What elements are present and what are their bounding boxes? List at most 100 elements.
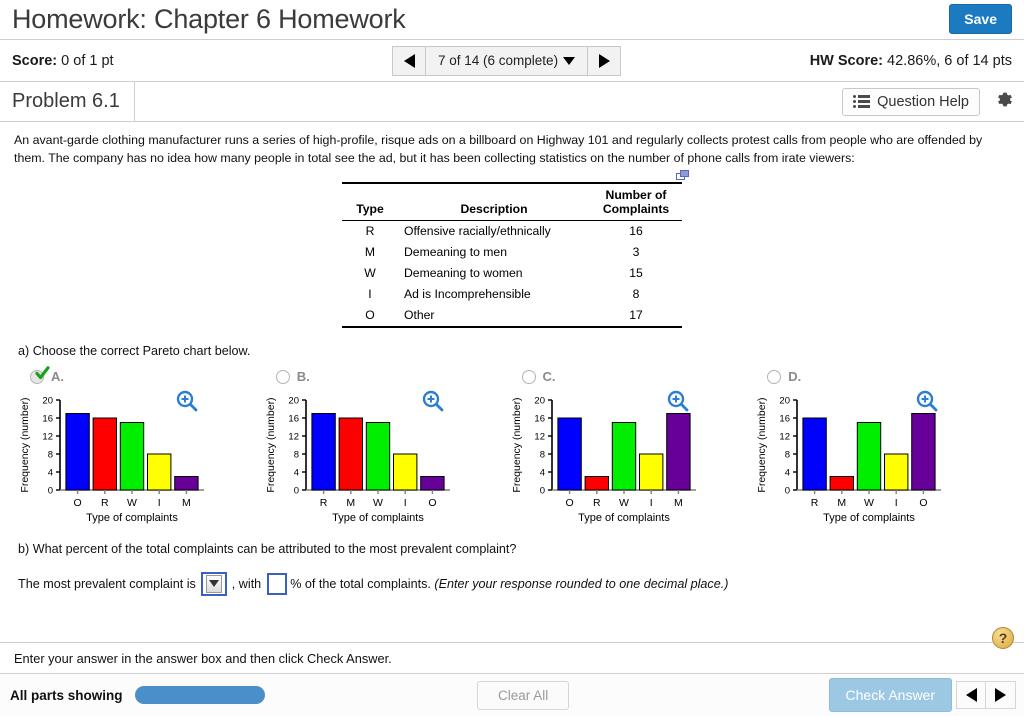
hw-score-label: HW Score: — [809, 52, 884, 69]
complaint-type-select[interactable] — [200, 571, 227, 596]
svg-text:12: 12 — [534, 432, 545, 443]
save-button[interactable]: Save — [949, 4, 1012, 34]
cell-type: R — [365, 224, 375, 239]
hw-score-display: HW Score: 42.86%, 6 of 14 pts — [810, 53, 1012, 69]
svg-text:R: R — [101, 497, 109, 509]
question-content: An avant-garde clothing manufacturer run… — [0, 122, 1024, 596]
svg-text:12: 12 — [42, 432, 53, 443]
triangle-left-icon — [403, 53, 415, 68]
zoom-in-icon[interactable] — [422, 390, 444, 417]
svg-text:0: 0 — [785, 486, 790, 497]
svg-text:20: 20 — [42, 396, 53, 407]
gear-icon[interactable] — [994, 89, 1014, 114]
svg-text:I: I — [649, 497, 652, 509]
cell-count: 16 — [629, 224, 643, 239]
col-description: Description — [460, 201, 528, 216]
clear-all-button[interactable]: Clear All — [477, 680, 570, 710]
cell-type: I — [368, 287, 372, 302]
option-a[interactable]: A. 0 4 8 12 16 20 O R W I M Type of complaints Frequ… — [14, 366, 260, 528]
part-a-label: a) Choose the correct Pareto chart below… — [18, 343, 251, 358]
prev-problem-button[interactable] — [392, 45, 426, 76]
triangle-left-icon — [965, 688, 977, 702]
svg-text:0: 0 — [539, 486, 544, 497]
option-d-head[interactable]: D. — [751, 366, 1010, 388]
option-a-head[interactable]: A. — [14, 366, 260, 388]
option-b-head[interactable]: B. — [260, 366, 506, 388]
col-count-line2: Complaints — [602, 201, 670, 216]
option-c-head[interactable]: C. — [506, 366, 752, 388]
svg-text:16: 16 — [42, 414, 53, 425]
svg-text:Frequency (number): Frequency (number) — [511, 397, 523, 492]
footer-nav — [956, 681, 1016, 709]
help-badge-icon[interactable]: ? — [992, 627, 1014, 649]
svg-text:4: 4 — [785, 468, 790, 479]
svg-text:20: 20 — [288, 396, 299, 407]
svg-text:Type of complaints: Type of complaints — [578, 512, 670, 524]
svg-text:20: 20 — [780, 396, 791, 407]
svg-text:Frequency (number): Frequency (number) — [19, 397, 31, 492]
zoom-in-icon[interactable] — [176, 390, 198, 417]
svg-text:Type of complaints: Type of complaints — [86, 512, 178, 524]
table-row: W Demeaning to women 15 — [342, 263, 682, 284]
svg-text:M: M — [674, 497, 683, 509]
svg-text:R: R — [811, 497, 819, 509]
title-bar: Homework: Chapter 6 Homework Save — [0, 0, 1024, 40]
zoom-in-icon[interactable] — [667, 390, 689, 417]
option-c[interactable]: C. 0 4 8 12 16 20 O R W I M Type of complaints Frequ… — [506, 366, 752, 528]
radio-option-b[interactable] — [275, 369, 290, 384]
table-row: M Demeaning to men 3 — [342, 242, 682, 263]
radio-option-a[interactable] — [30, 366, 50, 384]
question-help-label: Question Help — [877, 93, 969, 110]
next-problem-button[interactable] — [587, 45, 622, 76]
table-row: I Ad is Incomprehensible 8 — [342, 284, 682, 305]
all-parts-showing-label: All parts showing — [10, 687, 123, 703]
problem-select[interactable]: 7 of 14 (6 complete) — [426, 45, 588, 76]
footer-next-button[interactable] — [986, 681, 1016, 709]
chevron-down-icon — [208, 580, 219, 588]
svg-text:M: M — [838, 497, 847, 509]
svg-text:20: 20 — [534, 396, 545, 407]
svg-text:12: 12 — [780, 432, 791, 443]
cell-count: 15 — [629, 266, 643, 281]
check-answer-button[interactable]: Check Answer — [828, 678, 952, 712]
svg-text:4: 4 — [293, 468, 298, 479]
popout-window-icon[interactable] — [676, 169, 690, 188]
complaints-table: Type Description Number of Complaints R … — [342, 182, 682, 328]
zoom-in-icon[interactable] — [916, 390, 938, 417]
answer-prefix: The most prevalent complaint is — [18, 576, 196, 591]
part-b: b) What percent of the total complaints … — [14, 542, 1010, 596]
cell-description: Demeaning to men — [404, 245, 507, 260]
table-row: R Offensive racially/ethnically 16 — [342, 220, 682, 242]
svg-text:8: 8 — [785, 450, 790, 461]
svg-text:16: 16 — [534, 414, 545, 425]
triangle-right-icon — [598, 53, 610, 68]
cell-count: 8 — [632, 287, 640, 302]
score-display: Score: 0 of 1 pt — [12, 53, 114, 69]
problem-navigator: 7 of 14 (6 complete) — [392, 45, 622, 76]
cell-count: 17 — [629, 308, 643, 323]
radio-option-d[interactable] — [767, 369, 782, 384]
percent-input[interactable] — [267, 572, 288, 595]
footer-prev-button[interactable] — [956, 681, 986, 709]
svg-text:W: W — [619, 497, 629, 509]
svg-text:M: M — [182, 497, 191, 509]
cell-description: Demeaning to women — [404, 266, 523, 281]
question-help-button[interactable]: Question Help — [842, 87, 980, 116]
page-title: Homework: Chapter 6 Homework — [12, 4, 406, 34]
svg-text:0: 0 — [48, 486, 53, 497]
svg-text:I: I — [158, 497, 161, 509]
option-d[interactable]: D. 0 4 8 12 16 20 R M W I O Type of complaints Frequ… — [751, 366, 1010, 528]
chevron-down-icon — [563, 56, 576, 65]
option-b[interactable]: B. 0 4 8 12 16 20 R M W I O Type of complaints Frequ… — [260, 366, 506, 528]
score-bar: Score: 0 of 1 pt 7 of 14 (6 complete) HW… — [0, 40, 1024, 82]
svg-text:O: O — [428, 497, 436, 509]
svg-text:Type of complaints: Type of complaints — [332, 512, 424, 524]
cell-description: Offensive racially/ethnically — [404, 224, 551, 239]
table-header-row: Type Description Number of Complaints — [342, 182, 682, 221]
col-count: Number of Complaints — [590, 183, 682, 221]
svg-text:Frequency (number): Frequency (number) — [265, 397, 277, 492]
radio-option-c[interactable] — [521, 369, 536, 384]
option-b-letter: B. — [296, 369, 310, 385]
cell-description: Ad is Incomprehensible — [404, 287, 531, 302]
cell-count: 3 — [632, 245, 640, 260]
